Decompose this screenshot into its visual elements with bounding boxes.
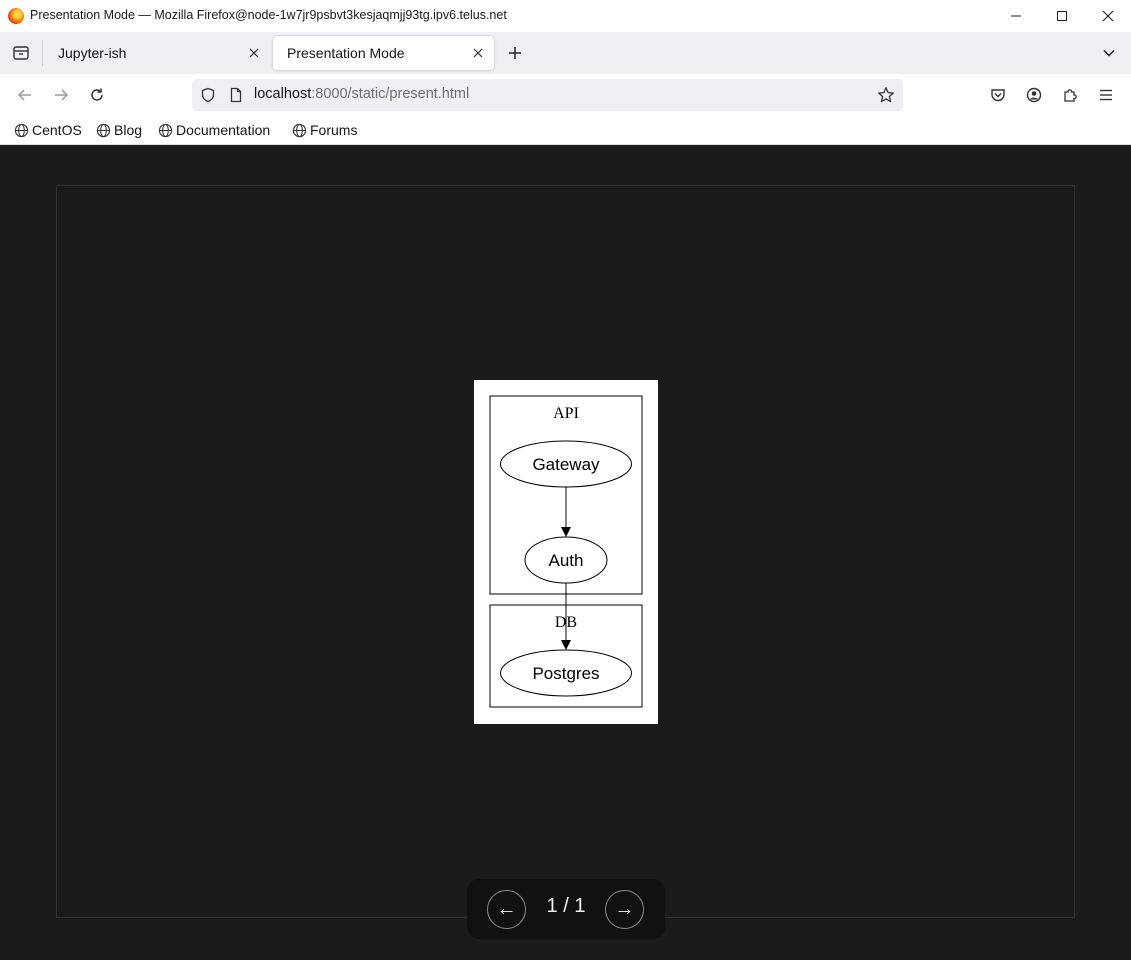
chevron-down-icon (1103, 49, 1115, 57)
globe-icon (96, 123, 111, 137)
page-icon[interactable] (228, 87, 244, 103)
arrow-right-icon (55, 89, 69, 101)
close-icon (249, 48, 259, 58)
bookmark-label: Forums (310, 122, 358, 138)
url-host: localhost (254, 86, 312, 102)
close-window-button[interactable] (1085, 0, 1131, 32)
slide-counter: 1 / 1 (546, 895, 586, 917)
globe-icon (292, 123, 307, 137)
tab-separator (42, 40, 43, 66)
bookmark-documentation[interactable]: Documentation (158, 121, 270, 139)
maximize-button[interactable] (1039, 0, 1085, 32)
bookmark-label: CentOS (32, 122, 82, 138)
minimize-button[interactable] (993, 0, 1039, 32)
bookmarks-toolbar: CentOS Blog Documentation Forums (0, 116, 1131, 145)
slide-diagram: API DB Gateway Auth Postgres (474, 380, 658, 724)
window-titlebar: Presentation Mode — Mozilla Firefox@node… (0, 0, 1131, 32)
firefox-view-button[interactable] (10, 42, 32, 64)
puzzle-icon (1064, 89, 1077, 102)
next-slide-button[interactable]: → (605, 890, 644, 929)
previous-slide-button[interactable]: ← (487, 890, 526, 929)
tab-jupyter-ish[interactable]: Jupyter-ish (44, 36, 270, 70)
minimize-icon (1011, 15, 1021, 17)
bookmark-label: Documentation (176, 122, 271, 138)
new-tab-button[interactable] (504, 42, 526, 64)
account-icon (1026, 87, 1042, 103)
tab-close-button[interactable] (470, 45, 486, 61)
list-all-tabs-button[interactable] (1098, 42, 1120, 64)
maximize-icon (1057, 11, 1067, 21)
node-postgres-label: Postgres (532, 664, 599, 683)
bookmark-star-icon[interactable] (877, 86, 895, 104)
address-bar[interactable]: localhost:8000/static/present.html (192, 79, 903, 111)
navigation-toolbar: localhost:8000/static/present.html (0, 74, 1131, 116)
shield-icon[interactable] (200, 87, 216, 103)
pocket-icon (991, 89, 1005, 102)
presentation-page: API DB Gateway Auth Postgres ← 1 / 1 → (0, 145, 1131, 960)
close-icon (473, 48, 483, 58)
firefox-logo-icon (8, 8, 24, 24)
tab-strip: Jupyter-ish Presentation Mode (0, 32, 1131, 74)
bookmark-blog[interactable]: Blog (96, 121, 142, 139)
account-button[interactable] (1022, 83, 1046, 107)
forward-button[interactable] (49, 83, 73, 107)
node-gateway-label: Gateway (532, 455, 600, 474)
url-path: :8000/static/present.html (311, 86, 470, 102)
plus-icon (509, 47, 521, 59)
hamburger-menu-icon (1100, 89, 1112, 101)
firefox-view-icon (13, 46, 29, 60)
extensions-button[interactable] (1058, 83, 1082, 107)
slide-controls: ← 1 / 1 → (467, 879, 665, 939)
reload-button[interactable] (85, 83, 109, 107)
node-auth-label: Auth (549, 551, 584, 570)
globe-icon (14, 123, 29, 137)
bookmark-label: Blog (114, 122, 143, 138)
tab-label: Jupyter-ish (58, 45, 127, 61)
pocket-button[interactable] (986, 83, 1010, 107)
app-menu-button[interactable] (1094, 83, 1118, 107)
arrow-left-icon (17, 89, 31, 101)
close-icon (1102, 10, 1114, 22)
architecture-diagram: API DB Gateway Auth Postgres (489, 395, 643, 708)
reload-icon (91, 88, 103, 101)
cluster-api-label: API (553, 405, 579, 422)
tab-presentation-mode[interactable]: Presentation Mode (273, 36, 494, 70)
globe-icon (158, 123, 173, 137)
bookmark-centos[interactable]: CentOS (14, 121, 82, 139)
tab-close-button[interactable] (246, 45, 262, 61)
window-title: Presentation Mode — Mozilla Firefox@node… (30, 8, 507, 22)
bookmark-forums[interactable]: Forums (292, 121, 357, 139)
tab-label: Presentation Mode (287, 45, 405, 61)
back-button[interactable] (13, 83, 37, 107)
url-text[interactable]: localhost:8000/static/present.html (254, 86, 469, 102)
